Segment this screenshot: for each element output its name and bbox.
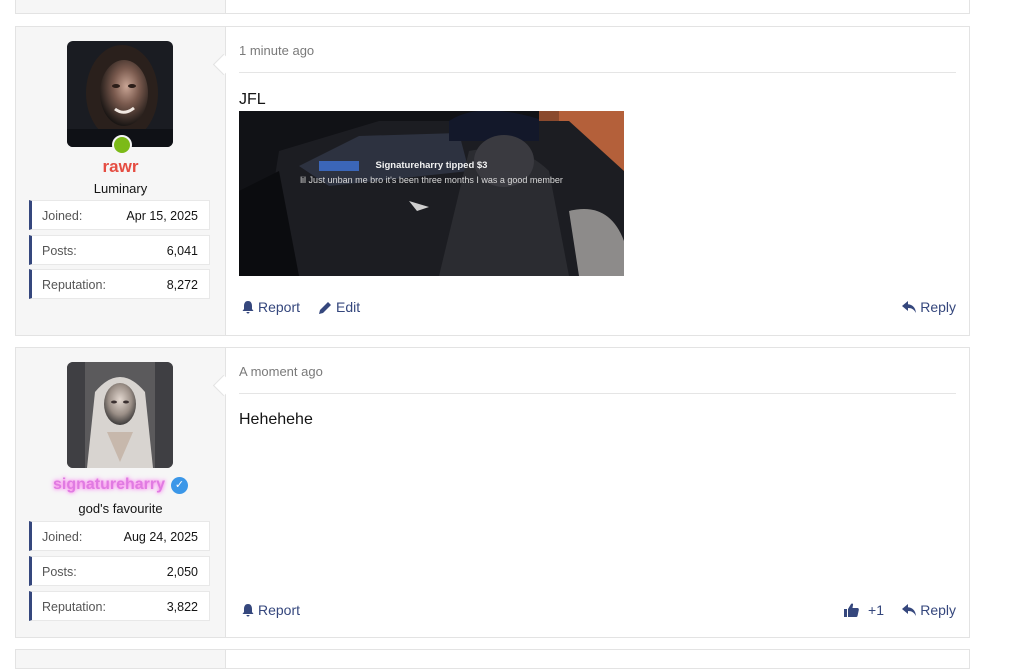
report-label: Report <box>258 602 301 618</box>
like-count: +1 <box>868 602 884 618</box>
previous-post-stub <box>15 0 970 14</box>
stat-value: 2,050 <box>166 565 198 579</box>
divider <box>239 393 956 394</box>
post-timestamp[interactable]: 1 minute ago <box>239 43 314 58</box>
like-button[interactable]: +1 <box>844 602 884 618</box>
stat-joined: Joined: Aug 24, 2025 <box>29 521 210 551</box>
stat-posts: Posts: 2,050 <box>29 556 210 586</box>
stat-value: 8,272 <box>166 278 198 292</box>
reply-button[interactable]: Reply <box>902 299 956 315</box>
stat-label: Posts: <box>42 565 77 579</box>
report-button[interactable]: Report <box>242 299 300 315</box>
stat-label: Reputation: <box>42 278 106 292</box>
avatar[interactable] <box>67 362 173 468</box>
stat-value: 6,041 <box>166 244 198 258</box>
report-button[interactable]: Report <box>242 602 300 618</box>
report-label: Report <box>258 299 301 315</box>
stat-joined: Joined: Apr 15, 2025 <box>29 200 210 230</box>
stat-label: Reputation: <box>42 600 106 614</box>
post-user-column: signatureharry ✓ god's favourite Joined: … <box>16 348 226 637</box>
stat-value: 3,822 <box>166 600 198 614</box>
post-user-column: rawr Luminary Joined: Apr 15, 2025 Posts… <box>16 27 226 335</box>
post-timestamp[interactable]: A moment ago <box>239 364 323 379</box>
post-content: A moment ago Hehehehe Report +1 Reply <box>239 348 956 637</box>
bell-icon <box>242 300 254 313</box>
stat-value: Apr 15, 2025 <box>126 209 198 223</box>
online-status-indicator <box>112 135 132 155</box>
stat-value: Aug 24, 2025 <box>123 530 198 544</box>
next-post-user-column <box>16 650 226 668</box>
username[interactable]: signatureharry ✓ <box>16 476 225 494</box>
stat-posts: Posts: 6,041 <box>29 235 210 265</box>
verified-badge-icon: ✓ <box>171 477 189 494</box>
stat-label: Posts: <box>42 244 77 258</box>
divider <box>239 72 956 73</box>
reply-button[interactable]: Reply <box>902 602 956 618</box>
bell-icon <box>242 603 254 616</box>
post-content: 1 minute ago JFL Signatureharry tipped $… <box>239 27 956 335</box>
user-title: god's favourite <box>78 501 163 516</box>
reply-icon <box>902 301 917 313</box>
next-post-stub <box>15 649 970 669</box>
post-signatureharry: signatureharry ✓ god's favourite Joined: … <box>15 347 970 638</box>
avatar[interactable] <box>67 41 173 147</box>
username[interactable]: rawr <box>16 157 225 177</box>
embedded-media[interactable]: Signatureharry tipped $3 lil Just unban … <box>239 111 624 276</box>
post-rawr: rawr Luminary Joined: Apr 15, 2025 Posts… <box>15 26 970 336</box>
tip-message: lil Just unban me bro it's been three mo… <box>300 175 563 185</box>
user-title: Luminary <box>93 181 148 196</box>
reply-label: Reply <box>920 602 956 618</box>
pencil-icon <box>319 301 331 314</box>
reply-icon <box>902 604 917 616</box>
stat-label: Joined: <box>42 209 83 223</box>
post-message: Hehehehe <box>239 411 313 428</box>
username-text: signatureharry <box>52 476 166 493</box>
stat-reputation: Reputation: 3,822 <box>29 591 210 621</box>
stat-reputation: Reputation: 8,272 <box>29 269 210 299</box>
tip-announcement: Signatureharry tipped $3 <box>375 160 488 171</box>
edit-button[interactable]: Edit <box>319 299 360 315</box>
edit-label: Edit <box>336 299 361 315</box>
stat-label: Joined: <box>42 530 83 544</box>
thumbs-up-icon <box>844 603 859 617</box>
previous-post-user-column <box>16 0 226 13</box>
reply-label: Reply <box>920 299 956 315</box>
post-message: JFL <box>239 91 266 108</box>
